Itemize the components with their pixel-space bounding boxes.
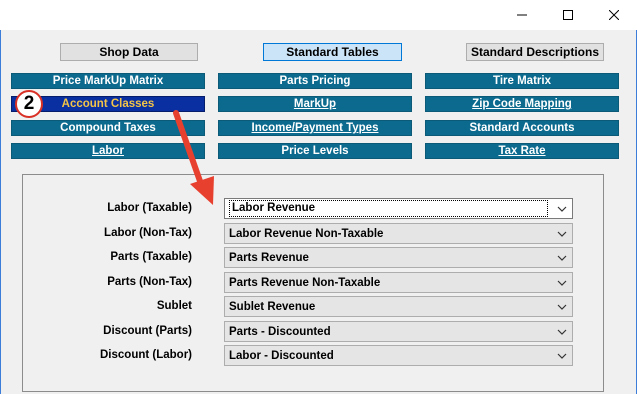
annotation-arrow-icon (173, 110, 214, 205)
